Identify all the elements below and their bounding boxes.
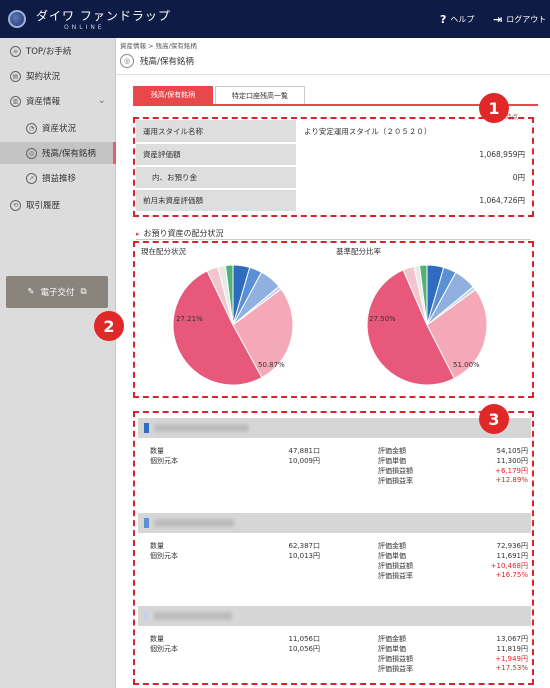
sidebar-item-holdings[interactable]: ◎ 残高/保有銘柄: [0, 142, 116, 164]
sidebar-item-asset-status[interactable]: ◔ 資産状況: [0, 117, 116, 139]
sidebar-item-label: TOP/お手続: [26, 47, 72, 57]
tab-holdings[interactable]: 残高/保有銘柄: [133, 86, 213, 104]
document-icon: ▤: [10, 70, 21, 82]
pencil-icon: ✎: [27, 287, 35, 297]
sidebar-item-label: 残高/保有銘柄: [42, 149, 96, 159]
external-link-icon: ⧉: [80, 287, 87, 297]
tab-underline: [133, 104, 538, 106]
callout-badge-1: 1: [479, 93, 509, 123]
divider: [116, 74, 550, 75]
sidebar-item-label: 資産状況: [42, 124, 77, 134]
page-title: 残高/保有銘柄: [140, 57, 194, 67]
bar-chart-icon: ▥: [10, 95, 21, 107]
question-icon: ?: [440, 13, 447, 26]
trend-icon: ↗: [26, 172, 37, 184]
logout-icon: ⇥: [493, 13, 503, 26]
brand-sub: ONLINE: [64, 24, 105, 31]
sidebar-item-history[interactable]: ⟲ 取引履歴: [0, 194, 116, 216]
breadcrumb: 資産情報 > 残高/保有銘柄: [120, 42, 197, 50]
callout-badge-3: 3: [479, 404, 509, 434]
callout-box-3: [133, 411, 534, 685]
callout-badge-2: 2: [94, 311, 124, 341]
etax-button[interactable]: ✎ 電子交付 ⧉: [6, 276, 108, 308]
sidebar-item-top[interactable]: ≡ TOP/お手続: [0, 40, 116, 62]
top-bar: ダイワ ファンドラップ ONLINE ? ヘルプ ⇥ ログアウト: [0, 0, 550, 38]
sidebar: ≡ TOP/お手続 ▤ 契約状況 ▥ 資産情報 ⌄ ◔ 資産状況 ◎ 残高/保有…: [0, 38, 116, 688]
pie-chart-icon: ◔: [26, 122, 37, 134]
etax-label: 電子交付: [40, 288, 75, 298]
list-icon: ≡: [10, 45, 21, 57]
help-button[interactable]: ? ヘルプ: [440, 13, 474, 26]
logout-label: ログアウト: [506, 15, 547, 24]
brand-name: ダイワ ファンドラップ: [36, 9, 171, 23]
logo-icon: [8, 10, 26, 28]
sidebar-item-label: 損益推移: [42, 174, 77, 184]
callout-box-2: [133, 241, 534, 398]
divider: [136, 239, 531, 240]
sidebar-item-label: 資産情報: [26, 97, 61, 107]
history-icon: ⟲: [10, 199, 21, 211]
sidebar-item-label: 取引履歴: [26, 201, 61, 211]
sidebar-item-pl-trend[interactable]: ↗ 損益推移: [0, 167, 116, 189]
callout-box-1: [133, 117, 534, 217]
section-title: お預り資産の配分状況: [136, 228, 224, 239]
sidebar-item-label: 契約状況: [26, 72, 61, 82]
sidebar-item-asset-info[interactable]: ▥ 資産情報 ⌄: [0, 90, 116, 112]
coins-icon: ◎: [120, 54, 134, 68]
sidebar-item-contract[interactable]: ▤ 契約状況: [0, 65, 116, 87]
logout-button[interactable]: ⇥ ログアウト: [493, 13, 546, 26]
help-label: ヘルプ: [450, 15, 475, 24]
chevron-down-icon: ⌄: [97, 95, 106, 106]
coins-icon: ◎: [26, 147, 37, 159]
tab-specific-account[interactable]: 特定口座残高一覧: [215, 86, 305, 104]
page-header: ◎ 残高/保有銘柄: [120, 54, 194, 68]
